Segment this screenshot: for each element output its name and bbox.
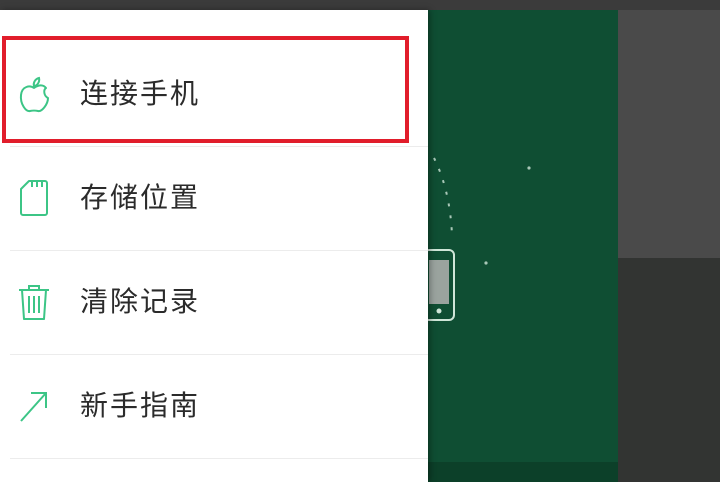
menu-item-beginner-guide[interactable]: 新手指南: [0, 354, 428, 458]
trash-icon: [16, 280, 52, 324]
sd-card-icon: [16, 176, 52, 220]
apple-icon: [16, 72, 52, 116]
panel-bottom-band: [428, 462, 618, 482]
dimmed-backdrop-bottom: [618, 258, 720, 482]
menu-item-label: 连接手机: [80, 77, 201, 110]
menu-item-label: 存储位置: [80, 181, 201, 214]
menu-item-storage-location[interactable]: 存储位置: [0, 146, 428, 250]
connection-illustration: [428, 157, 531, 321]
menu-item-label: 新手指南: [80, 389, 201, 422]
menu-item-clear-records[interactable]: 清除记录: [0, 250, 428, 354]
side-drawer: 连接手机 存储位置 清除记录 新手指南: [0, 10, 428, 482]
status-bar-strip: [0, 0, 720, 10]
menu-item-connect-phone[interactable]: 连接手机: [0, 42, 428, 146]
arrow-up-right-icon: [16, 384, 52, 428]
main-content-panel: [428, 10, 618, 482]
menu-item-label: 清除记录: [80, 285, 201, 318]
divider: [10, 458, 428, 459]
dimmed-backdrop-top: [618, 10, 720, 258]
